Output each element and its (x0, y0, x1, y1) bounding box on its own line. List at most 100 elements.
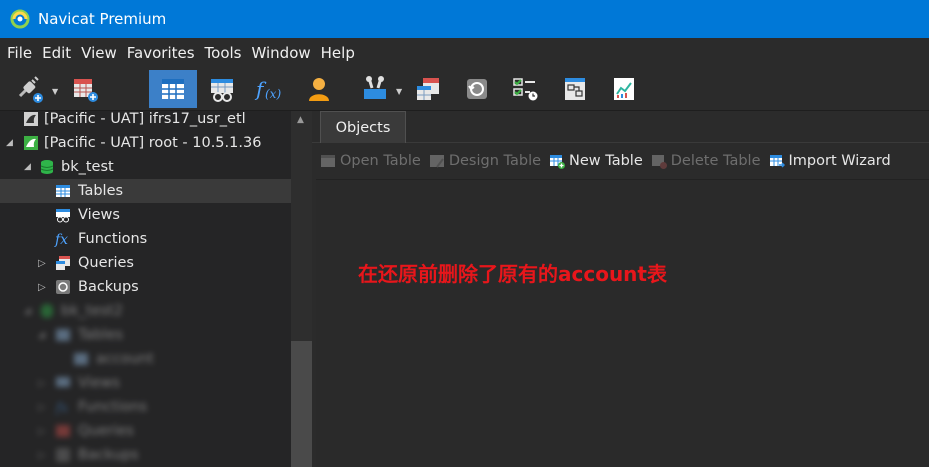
tree-backups-blurred[interactable]: ▷ Backups (0, 443, 291, 467)
import-wizard-label: Import Wizard (788, 153, 891, 169)
backup-icon (467, 79, 487, 99)
collapsed-arrow-icon: ▷ (38, 449, 46, 461)
expanded-arrow-icon[interactable]: ◢ (24, 162, 31, 172)
model-button[interactable] (556, 70, 594, 108)
sidebar-scrollbar[interactable]: ▲ (291, 111, 312, 467)
delete-table-button[interactable]: Delete Table (651, 153, 761, 169)
automation-button[interactable] (506, 70, 544, 108)
new-query-button[interactable] (66, 70, 104, 108)
objects-content-area[interactable] (316, 179, 929, 467)
tree-label: [Pacific - UAT] ifrs17_usr_etl (44, 111, 246, 127)
menu-window[interactable]: Window (247, 38, 316, 69)
tree-backups[interactable]: ▷ Backups (0, 275, 291, 299)
tree-label: Tables (78, 327, 124, 343)
chart-icon (614, 78, 634, 100)
tree-label: Backups (78, 279, 139, 295)
tree-label: bk_test (61, 159, 114, 175)
collapsed-arrow-icon: ▷ (38, 377, 46, 389)
view-icon (54, 206, 72, 224)
tree-label: [Pacific - UAT] root - 10.5.1.36 (44, 135, 262, 151)
svg-text:fx: fx (54, 232, 68, 247)
new-query-icon (74, 79, 98, 102)
query-icon (54, 254, 72, 272)
connection-dolphin-icon (22, 134, 40, 152)
tree-queries-blurred[interactable]: ▷ Queries (0, 419, 291, 443)
open-table-button[interactable]: Open Table (320, 153, 421, 169)
navigation-tree: [Pacific - UAT] ifrs17_usr_etl ◢ [Pacifi… (0, 111, 291, 467)
query-icon (417, 78, 439, 100)
connection-dropdown-icon[interactable]: ▼ (52, 87, 58, 96)
new-table-button[interactable]: New Table (549, 153, 643, 169)
tree-database-bk-test[interactable]: ◢ bk_test (0, 155, 291, 179)
tree-connection-root[interactable]: ◢ [Pacific - UAT] root - 10.5.1.36 (0, 131, 291, 155)
tools-button[interactable] (356, 70, 394, 108)
menu-favorites[interactable]: Favorites (122, 38, 200, 69)
function-button[interactable]: f (x) (251, 70, 289, 108)
menu-file[interactable]: File (2, 38, 37, 69)
tree-label: Functions (78, 231, 148, 247)
query-icon (54, 422, 72, 440)
table-button[interactable] (149, 70, 197, 108)
tree-connection-ifrs17[interactable]: [Pacific - UAT] ifrs17_usr_etl (0, 111, 291, 131)
backup-button[interactable] (458, 70, 496, 108)
query-button[interactable] (409, 70, 447, 108)
user-button[interactable] (300, 70, 338, 108)
collapsed-arrow-icon[interactable]: ▷ (38, 282, 46, 293)
scrollbar-thumb[interactable] (291, 341, 312, 467)
title-bar: Navicat Premium (0, 0, 929, 38)
import-wizard-button[interactable]: Import Wizard (769, 153, 891, 169)
new-table-label: New Table (569, 153, 643, 169)
tree-label: Backups (78, 447, 139, 463)
new-table-icon (550, 155, 566, 169)
chart-button[interactable] (605, 70, 643, 108)
backup-icon (54, 446, 72, 464)
tree-table-account-blurred[interactable]: account (0, 347, 291, 371)
svg-text:(x): (x) (265, 87, 281, 101)
collapsed-arrow-icon: ▷ (38, 425, 46, 437)
open-table-label: Open Table (340, 153, 421, 169)
tree-views-blurred[interactable]: ▷ Views (0, 371, 291, 395)
function-icon: f (x) (254, 77, 281, 101)
expanded-arrow-icon[interactable]: ◢ (6, 138, 13, 148)
tree-views[interactable]: Views (0, 203, 291, 227)
design-table-label: Design Table (448, 153, 542, 169)
menu-edit[interactable]: Edit (37, 38, 76, 69)
annotation-text: 在还原前删除了原有的account表 (358, 262, 667, 286)
tools-icon (364, 76, 386, 99)
database-icon (38, 302, 56, 320)
tree-tables-blurred[interactable]: ◢ Tables (0, 323, 291, 347)
svg-text:fx: fx (55, 401, 69, 415)
tools-dropdown-icon[interactable]: ▼ (396, 87, 402, 96)
automation-icon (513, 78, 538, 101)
menu-tools[interactable]: Tools (200, 38, 247, 69)
tree-label: bk_test2 (61, 303, 123, 319)
menu-bar: File Edit View Favorites Tools Window He… (0, 38, 929, 69)
design-table-button[interactable]: Design Table (429, 153, 541, 169)
tree-functions-blurred[interactable]: ▷ fx Functions (0, 395, 291, 419)
menu-view[interactable]: View (76, 38, 122, 69)
tab-objects[interactable]: Objects (320, 111, 406, 143)
delete-table-label: Delete Table (670, 153, 761, 169)
tree-queries[interactable]: ▷ Queries (0, 251, 291, 275)
main-toolbar: ▼ f (x) ▼ (0, 69, 929, 111)
menu-help[interactable]: Help (316, 38, 360, 69)
tree-label: Queries (78, 423, 134, 439)
view-button[interactable] (203, 70, 241, 108)
table-icon (54, 182, 72, 200)
tab-strip: Objects (312, 111, 929, 143)
tree-label: Views (78, 375, 120, 391)
tree-tables[interactable]: Tables (0, 179, 291, 203)
tree-database-blurred[interactable]: ◢ bk_test2 (0, 299, 291, 323)
collapsed-arrow-icon[interactable]: ▷ (38, 258, 46, 269)
connection-button[interactable] (10, 70, 48, 108)
model-icon (565, 78, 585, 100)
connection-icon (18, 76, 43, 103)
tree-functions[interactable]: fx Functions (0, 227, 291, 251)
collapsed-arrow-icon: ▷ (38, 401, 46, 413)
view-icon (211, 79, 233, 102)
database-icon (38, 158, 56, 176)
object-toolbar: Open Table Design Table New Table Delete… (312, 143, 929, 179)
scroll-up-icon[interactable]: ▲ (297, 115, 304, 125)
expanded-arrow-icon: ◢ (38, 330, 45, 340)
tree-label: Tables (78, 183, 124, 199)
